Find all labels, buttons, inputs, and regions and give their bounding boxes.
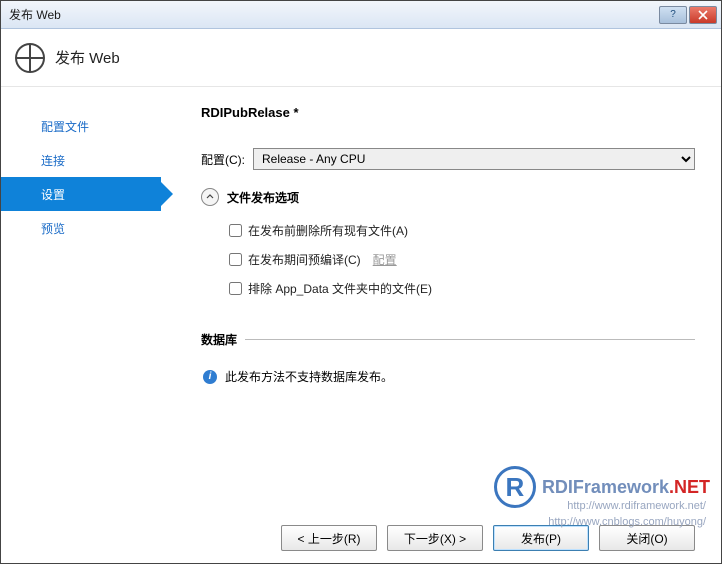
globe-icon — [15, 43, 45, 73]
database-info-text: 此发布方法不支持数据库发布。 — [225, 368, 393, 385]
database-header: 数据库 — [201, 331, 695, 348]
dialog-body: 配置文件 连接 设置 预览 RDIPubRelase * 配置(C): Rele… — [1, 87, 721, 563]
precompile-config-link[interactable]: 配置 — [373, 251, 397, 268]
delete-all-checkbox[interactable] — [229, 224, 242, 237]
collapse-icon[interactable] — [201, 188, 219, 206]
exclude-appdata-checkbox[interactable] — [229, 282, 242, 295]
sidebar-item-settings[interactable]: 设置 — [1, 177, 161, 211]
publish-button[interactable]: 发布(P) — [493, 525, 589, 551]
help-button[interactable]: ? — [659, 6, 687, 24]
dialog-footer: < 上一步(R) 下一步(X) > 发布(P) 关闭(O) — [201, 507, 695, 551]
prev-button[interactable]: < 上一步(R) — [281, 525, 377, 551]
sidebar-item-preview[interactable]: 预览 — [1, 211, 161, 245]
database-info-row: i 此发布方法不支持数据库发布。 — [203, 368, 695, 385]
dialog-header: 发布 Web — [1, 29, 721, 87]
file-options-header: 文件发布选项 — [201, 188, 695, 206]
precompile-checkbox[interactable] — [229, 253, 242, 266]
next-button[interactable]: 下一步(X) > — [387, 525, 483, 551]
close-dialog-button[interactable]: 关闭(O) — [599, 525, 695, 551]
exclude-appdata-label: 排除 App_Data 文件夹中的文件(E) — [248, 280, 432, 297]
config-select[interactable]: Release - Any CPU — [253, 148, 695, 170]
info-icon: i — [203, 370, 217, 384]
delete-all-row: 在发布前删除所有现有文件(A) — [229, 222, 695, 239]
window-title: 发布 Web — [9, 6, 659, 23]
sidebar-item-profile[interactable]: 配置文件 — [1, 109, 161, 143]
dialog-title: 发布 Web — [55, 47, 120, 68]
window-buttons: ? — [659, 6, 717, 24]
publish-web-dialog: 发布 Web ? 发布 Web 配置文件 连接 设置 预览 RDIPubRela… — [0, 0, 722, 564]
titlebar[interactable]: 发布 Web ? — [1, 1, 721, 29]
precompile-label: 在发布期间预编译(C) — [248, 251, 361, 268]
database-label: 数据库 — [201, 331, 237, 348]
config-row: 配置(C): Release - Any CPU — [201, 148, 695, 170]
exclude-appdata-row: 排除 App_Data 文件夹中的文件(E) — [229, 280, 695, 297]
delete-all-label: 在发布前删除所有现有文件(A) — [248, 222, 408, 239]
profile-name: RDIPubRelase * — [201, 105, 695, 120]
precompile-row: 在发布期间预编译(C) 配置 — [229, 251, 695, 268]
divider — [245, 339, 695, 340]
sidebar-item-connection[interactable]: 连接 — [1, 143, 161, 177]
wizard-sidebar: 配置文件 连接 设置 预览 — [1, 87, 161, 563]
config-label: 配置(C): — [201, 151, 245, 168]
wizard-content: RDIPubRelase * 配置(C): Release - Any CPU … — [161, 87, 721, 563]
close-button[interactable] — [689, 6, 717, 24]
file-options-label: 文件发布选项 — [227, 189, 299, 206]
